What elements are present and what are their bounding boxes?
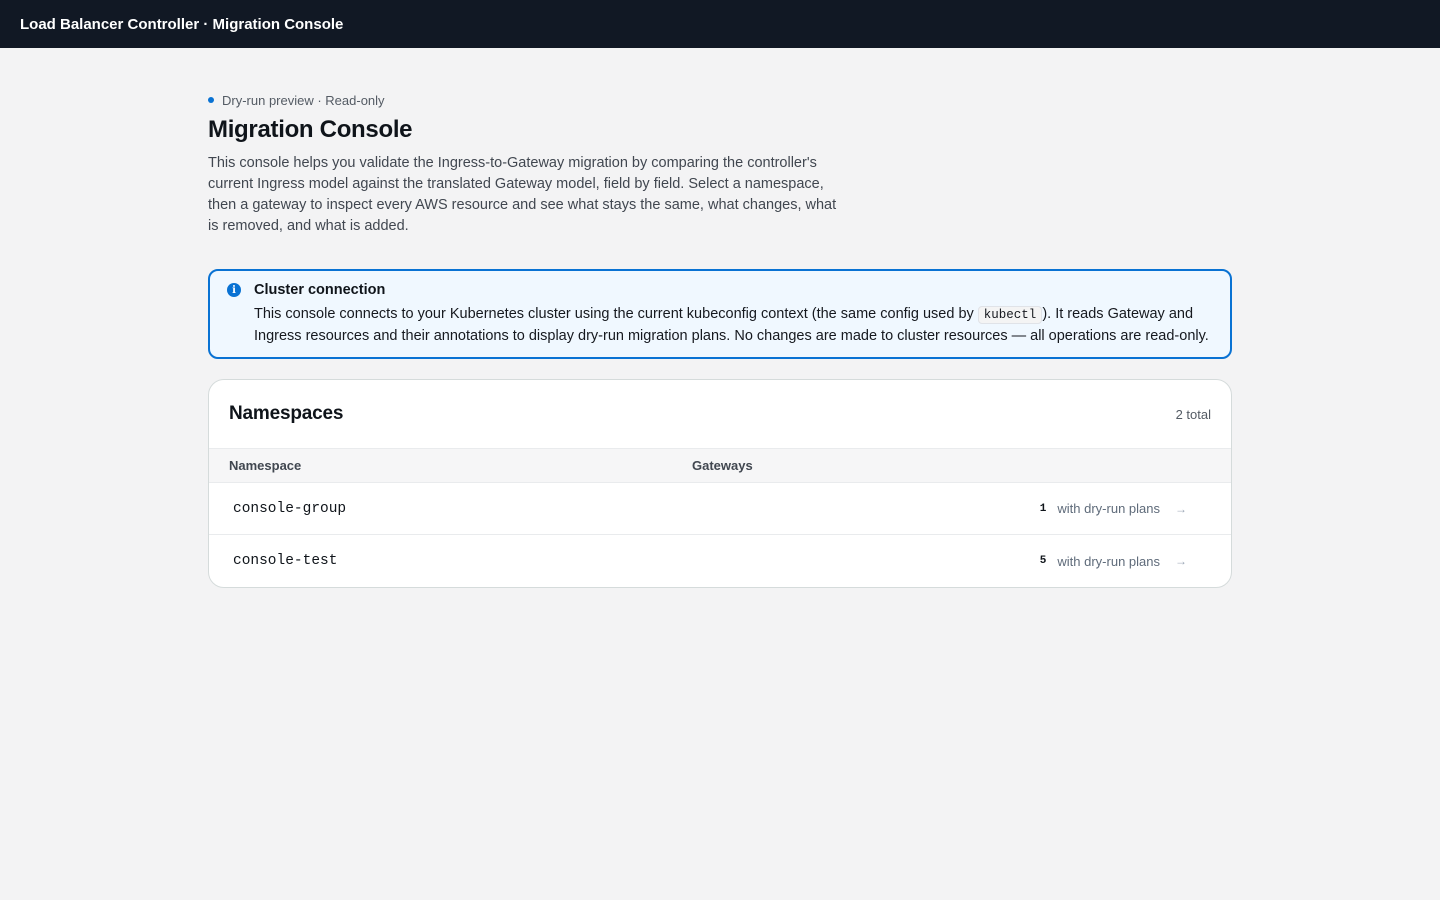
app-title: Load Balancer Controller · Migration Con… [20,15,344,33]
table-row[interactable]: console-group 1 with dry-run plans → [209,483,1231,535]
page-title: Migration Console [208,116,413,143]
alert-body-text-before: This console connects to your Kubernetes… [254,306,978,322]
alert-body: This console connects to your Kubernetes… [254,304,1212,347]
namespaces-total: 2 total [1175,406,1211,422]
info-icon: i [227,283,241,297]
kubectl-code: kubectl [977,306,1043,324]
top-nav-bar: Load Balancer Controller · Migration Con… [0,0,1440,48]
column-header-namespace: Namespace [229,458,302,473]
gateway-count-label: with dry-run plans [1057,501,1160,516]
namespace-name: console-test [233,553,338,569]
arrow-right-icon: → [1175,554,1187,568]
namespaces-title: Namespaces [229,403,344,424]
namespace-name: console-group [233,500,347,517]
arrow-right-icon: → [1175,501,1187,516]
cluster-connection-alert: i Cluster connection This console connec… [208,269,1232,359]
mode-indicator: Dry-run preview · Read-only [208,92,1232,108]
alert-title: Cluster connection [254,282,386,298]
namespaces-card: Namespaces 2 total Namespace Gateways co… [208,379,1232,588]
table-header: Namespace Gateways [209,449,1231,483]
mode-label: Dry-run preview · Read-only [222,92,385,108]
column-header-gateways: Gateways [692,458,753,473]
status-dot-icon [208,97,214,103]
gateway-count: 5 [1039,555,1047,567]
table-row[interactable]: console-test 5 with dry-run plans → [209,535,1231,587]
namespaces-header: Namespaces 2 total [209,380,1231,449]
gateway-count: 1 [1039,502,1047,515]
page-description: This console helps you validate the Ingr… [208,155,837,234]
main-content: Dry-run preview · Read-only Migration Co… [208,48,1232,588]
gateway-count-label: with dry-run plans [1057,553,1160,569]
